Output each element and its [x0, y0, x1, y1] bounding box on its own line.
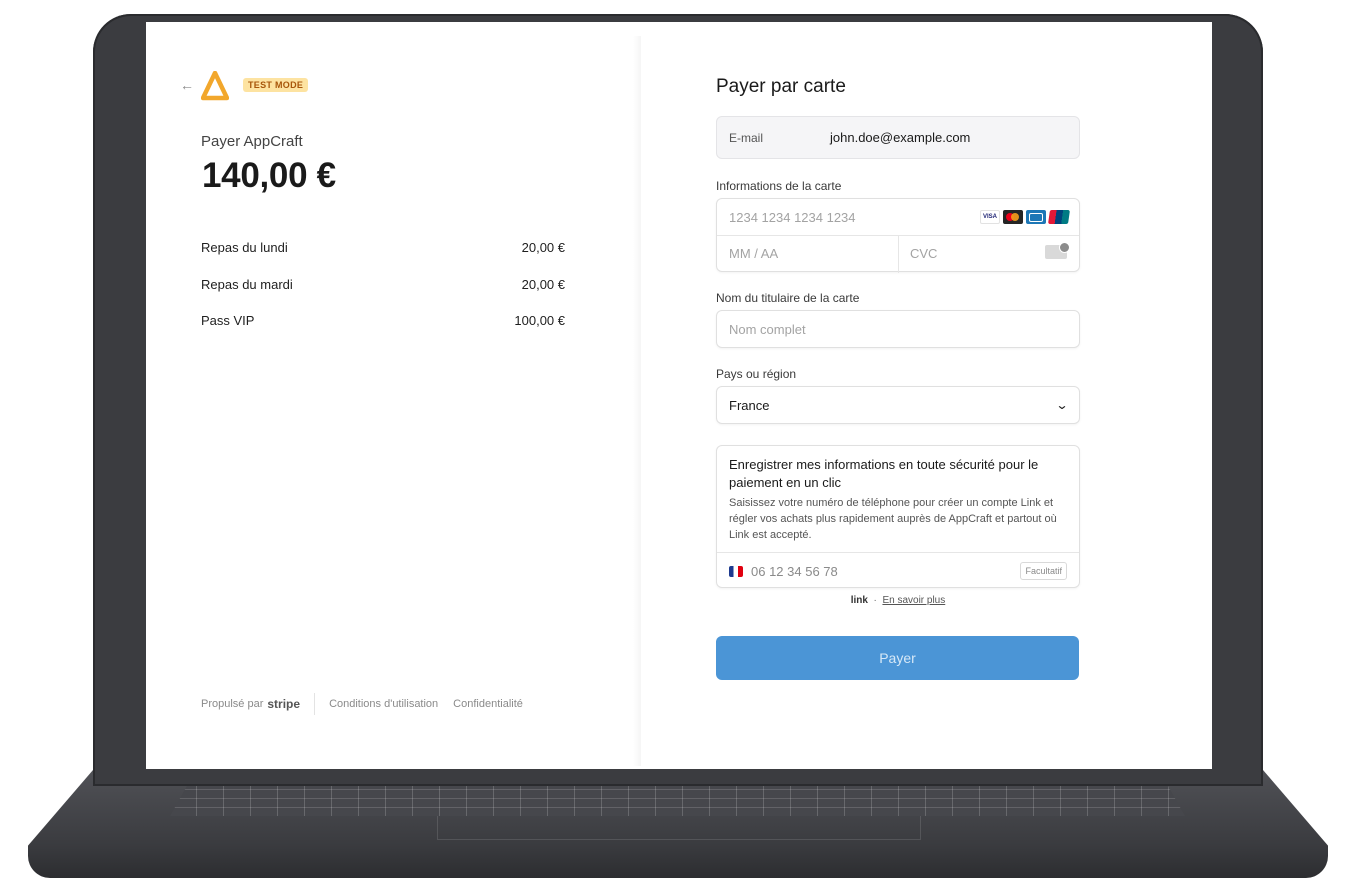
total-amount: 140,00 €	[202, 156, 336, 195]
payment-title: Payer par carte	[716, 76, 846, 97]
powered-by-label: Propulsé par	[201, 698, 264, 710]
card-number-placeholder: 1234 1234 1234 1234	[729, 210, 856, 225]
line-item-price: 20,00 €	[521, 240, 565, 255]
line-item-name: Repas du lundi	[201, 240, 288, 255]
visa-icon: VISA	[980, 210, 1000, 224]
line-item-name: Repas du mardi	[201, 276, 293, 292]
panel-divider	[633, 36, 641, 766]
cardholder-label: Nom du titulaire de la carte	[716, 291, 860, 305]
cb-icon	[1026, 210, 1046, 224]
appcraft-logo	[201, 71, 229, 101]
country-value: France	[729, 397, 770, 413]
terms-link[interactable]: Conditions d'utilisation	[329, 698, 438, 710]
checkout-footer: Propulsé par stripe Conditions d'utilisa…	[201, 693, 538, 715]
pay-button[interactable]: Payer	[716, 636, 1079, 680]
country-select[interactable]: France ⌄	[716, 386, 1080, 424]
card-info-label: Informations de la carte	[716, 179, 842, 193]
card-brands: VISA	[980, 210, 1070, 224]
email-value: john.doe@example.com	[830, 130, 971, 145]
link-save-description: Saisissez votre numéro de téléphone pour…	[729, 497, 1057, 541]
order-summary-panel: ← TEST MODE Payer AppCraft 140,00 € Repa…	[146, 22, 639, 769]
test-mode-badge: TEST MODE	[243, 78, 309, 92]
chevron-down-icon: ⌄	[1055, 398, 1069, 412]
email-label: E-mail	[729, 130, 764, 145]
checkout-screen: ← TEST MODE Payer AppCraft 140,00 € Repa…	[146, 22, 1212, 769]
line-item-name: Pass VIP	[201, 313, 255, 328]
unionpay-icon	[1048, 210, 1070, 224]
email-field[interactable]: E-mail john.doe@example.com	[716, 116, 1080, 159]
line-item-price: 100,00 €	[514, 313, 565, 328]
stripe-logo: stripe	[267, 697, 301, 711]
powered-by[interactable]: Propulsé par stripe	[201, 697, 300, 711]
link-save-box: Enregistrer mes informations en toute sé…	[716, 445, 1080, 588]
cardholder-name-input[interactable]: Nom complet	[716, 310, 1080, 348]
line-items: Repas du lundi 20,00 € Repas du mardi 20…	[201, 240, 565, 350]
phone-placeholder: 06 12 34 56 78	[751, 564, 838, 579]
merchant-name: Payer AppCraft	[201, 133, 303, 150]
card-number-input[interactable]: 1234 1234 1234 1234 VISA	[717, 199, 1079, 236]
optional-badge: Facultatif	[1020, 562, 1067, 580]
link-save-title: Enregistrer mes informations en toute sé…	[729, 457, 1039, 490]
learn-more-link[interactable]: En savoir plus	[882, 595, 945, 606]
mastercard-icon	[1003, 210, 1023, 224]
link-separator: ·	[873, 595, 877, 606]
link-footer: link · En savoir plus	[716, 595, 1080, 606]
line-item: Repas du lundi 20,00 €	[201, 240, 565, 277]
phone-input[interactable]: 06 12 34 56 78 Facultatif	[717, 552, 1079, 589]
line-item-price: 20,00 €	[521, 276, 565, 292]
expiry-input[interactable]: MM / AA	[729, 246, 778, 261]
link-logo: link	[850, 595, 868, 606]
footer-divider	[314, 693, 316, 715]
laptop-trackpad	[437, 816, 921, 840]
cvc-input[interactable]: CVC	[910, 246, 937, 261]
arrow-left-icon[interactable]: ←	[180, 77, 194, 93]
france-flag-icon[interactable]	[729, 566, 743, 577]
card-info-group: 1234 1234 1234 1234 VISA MM / AA CVC	[716, 198, 1080, 273]
line-item: Pass VIP 100,00 €	[201, 313, 565, 350]
cvc-card-icon	[1045, 242, 1070, 259]
country-label: Pays ou région	[716, 367, 797, 381]
privacy-link[interactable]: Confidentialité	[453, 698, 523, 710]
line-item: Repas du mardi 20,00 €	[201, 277, 565, 314]
card-divider	[898, 236, 899, 273]
cardholder-placeholder: Nom complet	[729, 321, 806, 337]
